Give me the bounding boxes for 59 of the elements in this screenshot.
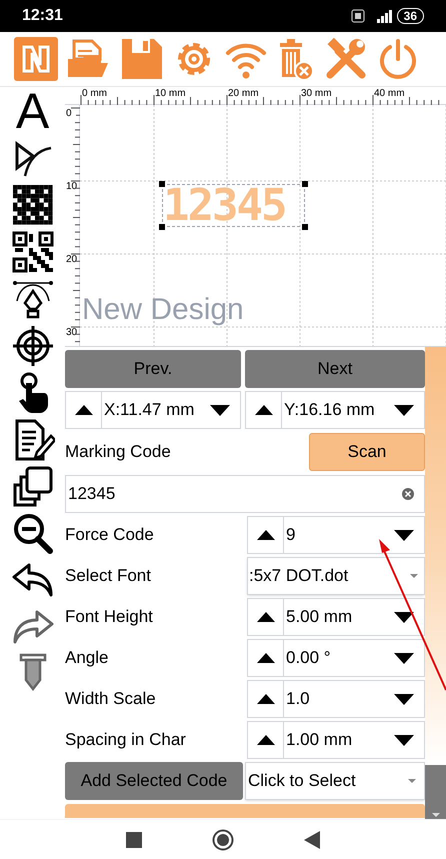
selection-handle[interactable] xyxy=(302,181,308,187)
dropdown[interactable]: Click to Select xyxy=(245,762,425,800)
next-button[interactable]: Next xyxy=(245,350,425,388)
field-label: Select Font xyxy=(65,565,152,588)
crosshair-icon[interactable] xyxy=(10,324,54,368)
design-name: New Design xyxy=(82,293,244,327)
input-field[interactable]: 12345 xyxy=(65,475,425,513)
prev-button[interactable]: Prev. xyxy=(65,350,241,388)
circle-nav-icon[interactable] xyxy=(212,828,234,850)
up-arrow-icon xyxy=(256,530,274,540)
up-arrow-icon xyxy=(256,612,274,622)
back-nav-icon[interactable] xyxy=(304,830,320,848)
ruler-label: 0 xyxy=(66,109,76,119)
qr-code-icon[interactable] xyxy=(10,230,54,274)
up-arrow-icon xyxy=(256,694,274,704)
scroll-arrow-icon[interactable] xyxy=(432,813,440,817)
field-label: Marking Code xyxy=(65,441,172,464)
sim-icon xyxy=(350,9,365,23)
clear-icon[interactable] xyxy=(402,488,414,500)
down-arrow-icon xyxy=(394,652,414,664)
selection-handle[interactable] xyxy=(159,181,165,187)
battery-level: 36 xyxy=(396,8,424,24)
text-tool[interactable]: A xyxy=(16,89,50,133)
scan-button[interactable]: Scan xyxy=(309,433,425,471)
down-arrow-icon xyxy=(394,404,414,416)
datamatrix-icon[interactable] xyxy=(10,183,54,227)
up-arrow-icon xyxy=(256,653,274,663)
ruler-label: 0 mm xyxy=(82,88,108,99)
caret-icon xyxy=(410,574,418,578)
up-arrow-icon xyxy=(74,405,92,415)
down-arrow-icon xyxy=(394,530,414,540)
ruler-label: 10 xyxy=(66,182,76,192)
down-arrow-icon xyxy=(394,734,414,746)
ruler-label: 30 mm xyxy=(301,88,333,99)
caret-icon xyxy=(408,779,416,783)
status-time: 12:31 xyxy=(22,6,63,26)
marker-icon[interactable] xyxy=(18,653,48,693)
square-nav-icon[interactable] xyxy=(126,832,142,848)
up-arrow-icon xyxy=(254,405,272,415)
ruler-label: 20 mm xyxy=(228,88,260,99)
selection-handle[interactable] xyxy=(302,224,308,230)
copy-icon[interactable] xyxy=(10,465,54,509)
field-label: Angle xyxy=(65,647,110,670)
add-code-button[interactable]: Add Selected Code xyxy=(65,762,243,800)
field-label: Spacing in Char xyxy=(65,729,187,752)
down-arrow-icon xyxy=(210,404,230,416)
down-arrow-icon xyxy=(394,694,414,704)
design-canvas[interactable]: 0 mm 10 mm 20 mm 30 mm 40 mm 0 10 20 30 New Design 12345 xyxy=(65,87,446,347)
dropdown[interactable]: :5x7 DOT.dot xyxy=(247,557,425,595)
ruler-label: 40 mm xyxy=(374,88,406,99)
up-arrow-icon xyxy=(256,735,274,745)
ruler-label: 30 xyxy=(66,328,76,338)
field-label: Force Code xyxy=(65,524,155,546)
selection-handle[interactable] xyxy=(159,224,165,230)
down-arrow-icon xyxy=(394,612,414,622)
ruler-label: 20 xyxy=(66,255,76,265)
ruler-label: 10 mm xyxy=(155,88,187,99)
field-label: Font Height xyxy=(65,606,154,628)
field-label: Width Scale xyxy=(65,688,157,710)
